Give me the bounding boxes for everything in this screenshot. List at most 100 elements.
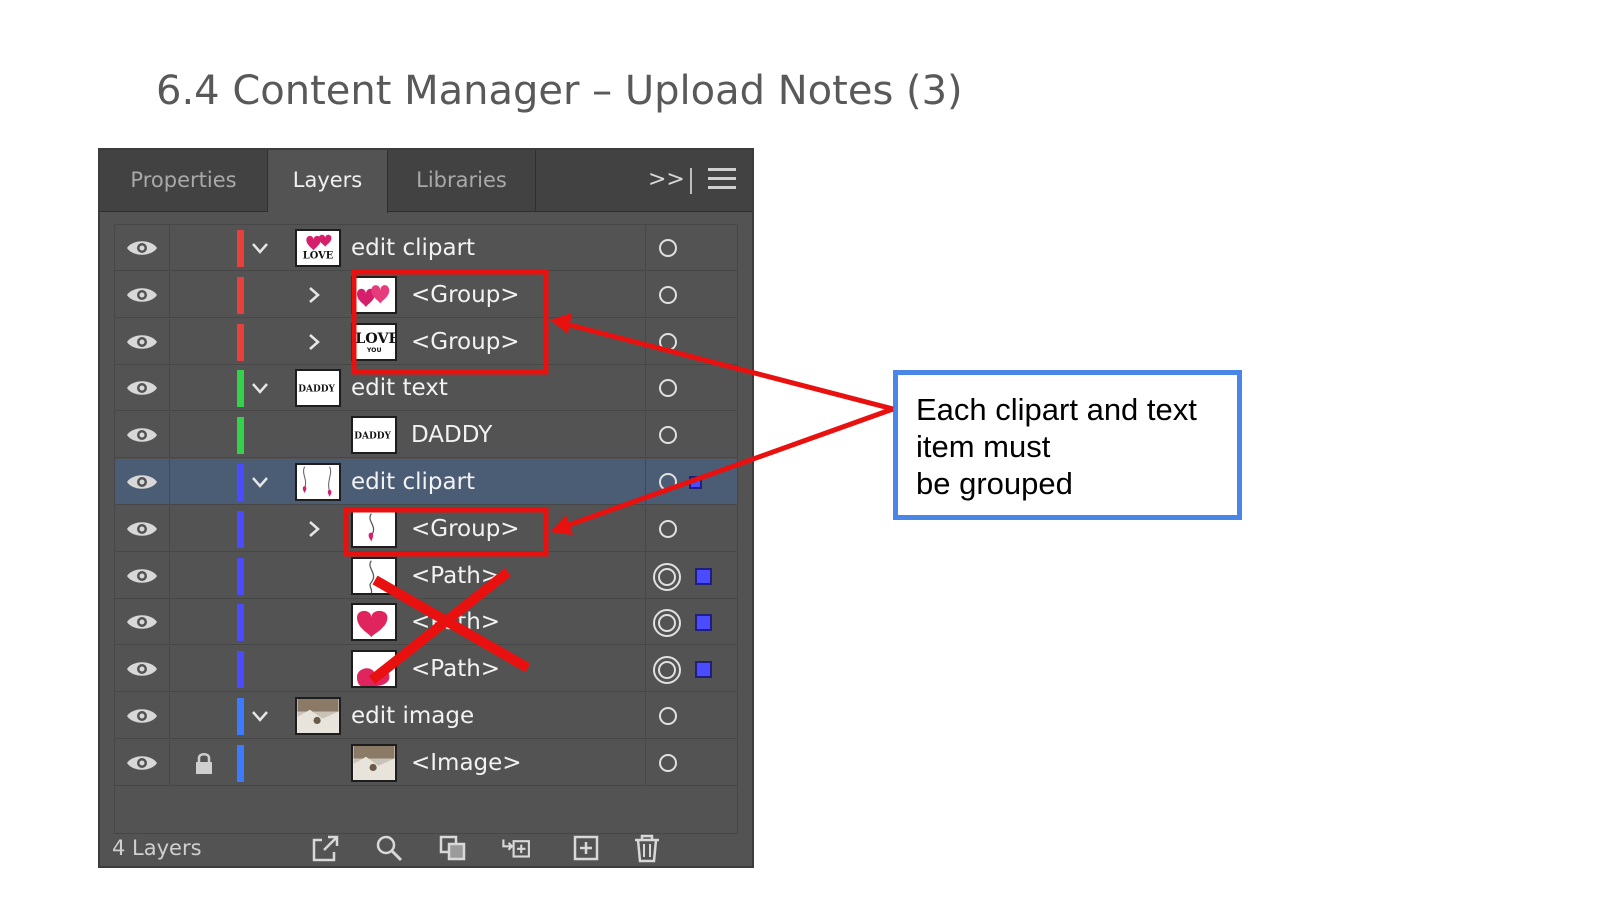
layer-row[interactable]: edit clipart [115,459,737,505]
layer-label: <Group> [411,515,520,542]
layer-color-bar [237,604,244,642]
selection-indicator [695,614,712,632]
visibility-eye-icon[interactable] [125,752,159,774]
chevron-right-icon[interactable] [303,331,325,353]
lock-icon[interactable] [193,751,215,775]
layer-label: <Path> [411,609,501,636]
layer-row[interactable]: <Path> [115,646,737,693]
layer-thumbnail [351,603,397,642]
target-icon[interactable] [657,518,679,540]
target-icon[interactable] [657,752,679,774]
layer-color-bar [237,557,244,595]
panel-tabbar: Properties Layers Libraries >> [100,150,752,213]
layer-row[interactable]: LOVE edit clipart [115,225,737,271]
layer-color-bar [237,698,244,735]
visibility-eye-icon[interactable] [125,658,159,680]
target-selected-icon[interactable] [651,561,683,593]
layer-color-bar [237,323,244,361]
target-icon[interactable] [657,237,679,259]
layer-thumbnail [351,650,397,689]
chevron-down-icon[interactable] [249,705,271,727]
trash-icon[interactable] [630,832,664,864]
svg-text:LOVE: LOVE [355,330,395,346]
visibility-eye-icon[interactable] [125,237,159,259]
layer-thumbnail [351,509,397,548]
visibility-eye-icon[interactable] [125,518,159,540]
layer-row[interactable]: <Path> [115,552,737,599]
layer-color-bar [237,276,244,314]
layer-row[interactable]: LOVEYOU <Group> [115,318,737,365]
target-selected-icon[interactable] [651,607,683,639]
selection-indicator [695,567,712,585]
new-layer-icon[interactable] [570,832,604,864]
layer-row[interactable]: <Path> [115,599,737,646]
layer-color-bar [237,464,244,501]
target-icon[interactable] [657,284,679,306]
search-icon[interactable] [372,832,406,864]
chevron-right-icon[interactable] [303,518,325,540]
layer-color-bar [237,651,244,689]
hamburger-menu-icon[interactable] [708,168,736,194]
visibility-eye-icon[interactable] [125,331,159,353]
layer-thumbnail [351,743,397,782]
layer-label: <Path> [411,656,501,683]
callout-line: Each clipart and text [916,392,1197,427]
target-icon[interactable] [657,424,679,446]
layer-thumbnail: DADDY [295,369,341,408]
svg-text:YOU: YOU [366,346,382,353]
svg-text:DADDY: DADDY [354,432,391,442]
visibility-eye-icon[interactable] [125,377,159,399]
callout-box: Each clipart and text item must be group… [893,370,1242,520]
tab-libraries[interactable]: Libraries [388,150,536,212]
layer-row[interactable]: <Group> [115,271,737,318]
svg-text:DADDY: DADDY [298,385,335,395]
target-icon[interactable] [657,705,679,727]
layer-count: 4 Layers [112,836,202,860]
clipping-mask-icon[interactable] [436,832,470,864]
layer-label: <Image> [411,749,522,776]
svg-text:LOVE: LOVE [303,251,333,262]
layer-thumbnail [351,275,397,314]
export-icon[interactable] [308,832,342,864]
target-selected-icon[interactable] [651,654,683,686]
visibility-eye-icon[interactable] [125,471,159,493]
panel-more-button[interactable]: >> [648,164,685,196]
target-icon[interactable] [657,331,679,353]
layer-row[interactable]: DADDY DADDY [115,412,737,459]
tab-layers[interactable]: Layers [268,150,388,213]
layers-list: LOVEedit clipart<Group>LOVEYOU<Group>DAD… [114,224,738,834]
layer-label: <Path> [411,562,501,589]
tab-separator [690,168,692,194]
visibility-eye-icon[interactable] [125,611,159,633]
chevron-down-icon[interactable] [249,377,271,399]
visibility-eye-icon[interactable] [125,565,159,587]
chevron-down-icon[interactable] [249,237,271,259]
tab-properties[interactable]: Properties [100,150,268,212]
layer-row[interactable]: <Image> [115,739,737,786]
chevron-right-icon[interactable] [303,284,325,306]
chevron-down-icon[interactable] [249,471,271,493]
target-icon[interactable] [657,377,679,399]
visibility-eye-icon[interactable] [125,284,159,306]
layer-thumbnail: LOVE [295,229,341,267]
layer-row[interactable]: DADDY edit text [115,365,737,412]
layer-thumbnail [295,463,341,501]
visibility-eye-icon[interactable] [125,424,159,446]
layer-label: DADDY [411,422,493,449]
panel-footer: 4 Layers [100,834,752,868]
move-to-layer-icon[interactable] [500,832,534,864]
target-icon[interactable] [657,471,679,493]
layer-thumbnail: DADDY [351,416,397,455]
layer-color-bar [237,744,244,782]
layer-label: edit clipart [351,469,476,495]
layer-row[interactable]: <Group> [115,505,737,552]
layer-color-bar [237,230,244,267]
layers-panel: Properties Layers Libraries >> LOVE edit … [98,148,754,868]
layer-label: edit image [351,703,475,729]
layer-label: edit text [351,375,448,402]
layer-color-bar [237,370,244,408]
visibility-eye-icon[interactable] [125,705,159,727]
selection-indicator [695,661,712,679]
layer-color-bar [237,510,244,548]
layer-row[interactable]: edit image [115,693,737,739]
